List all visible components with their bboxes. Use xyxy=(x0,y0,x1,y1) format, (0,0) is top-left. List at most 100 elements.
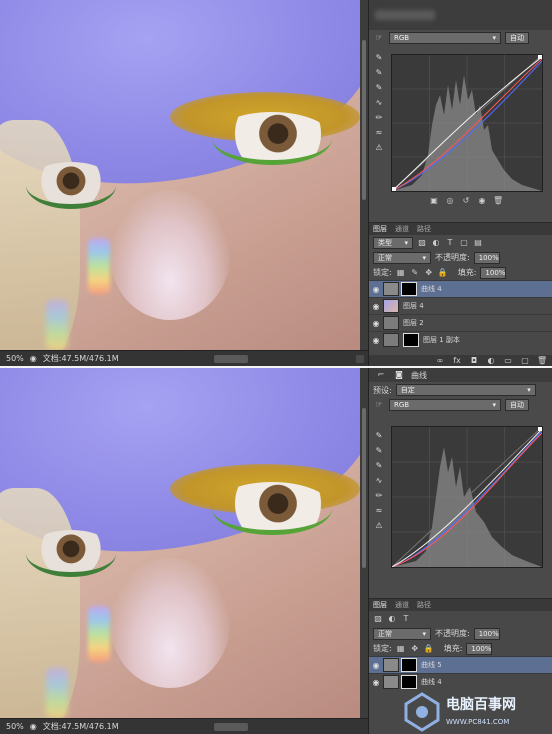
mask-thumbnail[interactable] xyxy=(401,282,417,296)
arrow-icon[interactable]: ◉ xyxy=(30,722,37,731)
adjustment-icon[interactable]: ◐ xyxy=(486,356,496,366)
eye-icon[interactable]: ◉ xyxy=(369,661,383,670)
eyedropper-white-icon[interactable]: ✎ xyxy=(373,82,385,94)
curves-graph[interactable] xyxy=(391,426,543,568)
eye-icon[interactable]: ◉ xyxy=(369,285,383,294)
scroll-right-icon[interactable] xyxy=(356,355,364,363)
pencil-icon[interactable]: ✏ xyxy=(373,490,385,502)
arrow-icon[interactable]: ◉ xyxy=(30,354,37,363)
eyedropper-black-icon[interactable]: ✎ xyxy=(373,430,385,442)
eyedropper-white-icon[interactable]: ✎ xyxy=(373,460,385,472)
preset-dropdown[interactable]: 自定 ▾ xyxy=(395,384,536,396)
warning-icon[interactable]: ⚠ xyxy=(373,142,385,154)
adjust-filter-icon[interactable]: ◐ xyxy=(431,238,441,248)
lock-move-icon[interactable]: ✥ xyxy=(424,268,434,278)
channel-dropdown[interactable]: RGB ▾ xyxy=(389,399,501,411)
tab-channels[interactable]: 通道 xyxy=(395,600,409,610)
opacity-field[interactable]: 100% xyxy=(473,251,500,264)
fx-icon[interactable]: fx xyxy=(452,356,462,366)
canvas-vertical-scrollbar[interactable] xyxy=(360,0,368,350)
layer-thumbnail xyxy=(383,299,399,313)
opacity-field[interactable]: 100% xyxy=(473,627,500,640)
layer-row[interactable]: ◉ 曲线 4 xyxy=(369,280,552,297)
channel-dropdown[interactable]: RGB ▾ xyxy=(389,32,501,44)
zoom-level[interactable]: 50% xyxy=(6,354,24,363)
eyedropper-gray-icon[interactable]: ✎ xyxy=(373,445,385,457)
curves-svg xyxy=(392,427,542,567)
canvas-vertical-scrollbar[interactable] xyxy=(360,368,368,718)
zoom-level[interactable]: 50% xyxy=(6,722,24,731)
blend-mode-dropdown[interactable]: 正常 ▾ xyxy=(373,251,431,264)
lock-paint-icon[interactable]: ✎ xyxy=(410,268,420,278)
mask-thumbnail[interactable] xyxy=(401,658,417,672)
curves-graph[interactable] xyxy=(391,54,543,192)
scroll-thumb[interactable] xyxy=(362,408,366,568)
eyedropper-black-icon[interactable]: ✎ xyxy=(373,52,385,64)
smooth-icon[interactable]: ≈ xyxy=(373,505,385,517)
layer-name: 图层 4 xyxy=(403,302,424,310)
eye-icon[interactable]: ◉ xyxy=(369,319,383,328)
text-filter-icon[interactable]: T xyxy=(445,238,455,248)
canvas-photo[interactable] xyxy=(0,368,360,718)
lock-all-icon[interactable]: 🔒 xyxy=(424,644,434,654)
horizontal-scroll-thumb[interactable] xyxy=(214,355,248,363)
canvas-photo[interactable] xyxy=(0,0,360,350)
text-filter-icon[interactable]: T xyxy=(401,614,411,624)
curve-tools: ✎ ✎ ✎ ∿ ✏ ≈ ⚠ xyxy=(371,52,387,154)
layer-row[interactable]: ◉ 图层 1 副本 xyxy=(369,331,552,348)
lock-move-icon[interactable]: ✥ xyxy=(410,644,420,654)
group-icon[interactable]: ▭ xyxy=(503,356,513,366)
trash-icon[interactable]: 🗑 xyxy=(493,196,503,206)
image-filter-icon[interactable]: ▨ xyxy=(373,614,383,624)
blend-mode-dropdown[interactable]: 正常 ▾ xyxy=(373,627,431,640)
trash-icon[interactable]: 🗑 xyxy=(537,356,547,366)
new-layer-icon[interactable]: ▢ xyxy=(520,356,530,366)
pencil-icon[interactable]: ✏ xyxy=(373,112,385,124)
auto-button[interactable]: 自动 xyxy=(505,32,529,44)
chevron-down-icon: ▾ xyxy=(527,386,531,394)
mask-thumbnail[interactable] xyxy=(401,675,417,689)
reset-icon[interactable]: ↺ xyxy=(461,196,471,206)
tab-layers[interactable]: 图层 xyxy=(373,224,387,234)
lock-pixels-icon[interactable]: ▦ xyxy=(396,644,406,654)
mask-thumbnail[interactable] xyxy=(403,333,419,347)
layer-row[interactable]: ◉ 图层 4 xyxy=(369,297,552,314)
horizontal-scroll-thumb[interactable] xyxy=(214,723,248,731)
mask-icon[interactable]: ◙ xyxy=(393,369,405,381)
view-previous-icon[interactable]: ◎ xyxy=(445,196,455,206)
layer-row[interactable]: ◉ 曲线 5 xyxy=(369,656,552,673)
scroll-thumb[interactable] xyxy=(362,40,366,200)
curve-point-icon[interactable]: ∿ xyxy=(373,97,385,109)
auto-button[interactable]: 自动 xyxy=(505,399,529,411)
visibility-icon[interactable]: ◉ xyxy=(477,196,487,206)
add-mask-icon[interactable]: ◘ xyxy=(469,356,479,366)
fill-field[interactable]: 100% xyxy=(466,642,493,655)
eye-icon[interactable]: ◉ xyxy=(369,678,383,687)
shape-filter-icon[interactable]: ▢ xyxy=(459,238,469,248)
warning-icon[interactable]: ⚠ xyxy=(373,520,385,532)
tab-paths[interactable]: 路径 xyxy=(417,224,431,234)
right-eye xyxy=(212,112,332,165)
hand-adjust-icon[interactable]: ☞ xyxy=(373,32,385,44)
lock-pixels-icon[interactable]: ▦ xyxy=(396,268,406,278)
lock-row: 锁定: ▦ ✥ 🔒 填充: 100% xyxy=(369,641,552,656)
tab-layers[interactable]: 图层 xyxy=(373,600,387,610)
eyedropper-gray-icon[interactable]: ✎ xyxy=(373,67,385,79)
clip-layer-icon[interactable]: ▣ xyxy=(429,196,439,206)
filter-kind-dropdown[interactable]: 类型 ▾ xyxy=(373,236,413,249)
hand-adjust-icon[interactable]: ☞ xyxy=(373,399,385,411)
adjust-filter-icon[interactable]: ◐ xyxy=(387,614,397,624)
curve-point-icon[interactable]: ∿ xyxy=(373,475,385,487)
fill-field[interactable]: 100% xyxy=(480,266,507,279)
smart-filter-icon[interactable]: ▤ xyxy=(473,238,483,248)
image-filter-icon[interactable]: ▨ xyxy=(417,238,427,248)
layer-row[interactable]: ◉ 曲线 4 xyxy=(369,673,552,690)
smooth-icon[interactable]: ≈ xyxy=(373,127,385,139)
lock-all-icon[interactable]: 🔒 xyxy=(438,268,448,278)
tab-paths[interactable]: 路径 xyxy=(417,600,431,610)
layer-row[interactable]: ◉ 图层 2 xyxy=(369,314,552,331)
link-icon[interactable]: ∞ xyxy=(435,356,445,366)
eye-icon[interactable]: ◉ xyxy=(369,336,383,345)
tab-channels[interactable]: 通道 xyxy=(395,224,409,234)
eye-icon[interactable]: ◉ xyxy=(369,302,383,311)
